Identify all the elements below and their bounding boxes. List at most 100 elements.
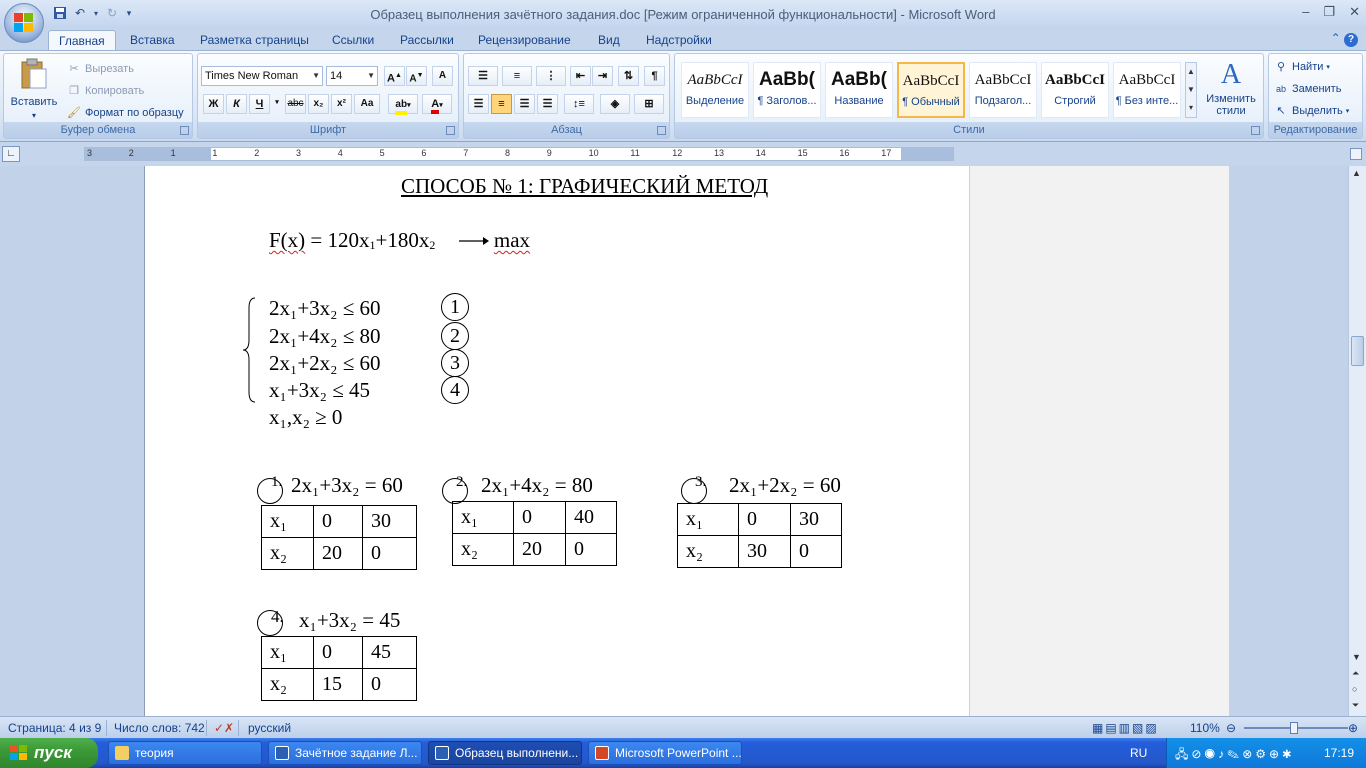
style-title[interactable]: AaBb( Название: [825, 62, 893, 118]
line-spacing-button[interactable]: ↕≡: [564, 94, 594, 114]
spelling-icon[interactable]: ✓✗: [214, 721, 234, 735]
style-no-spacing[interactable]: AaBbCcI ¶ Без инте...: [1113, 62, 1181, 118]
paste-button[interactable]: Вставить ▾: [8, 58, 60, 120]
tab-addins[interactable]: Надстройки: [636, 30, 722, 50]
sort-button[interactable]: ⇅: [618, 66, 639, 86]
underline-button[interactable]: Ч: [249, 94, 270, 114]
document-page[interactable]: СПОСОБ № 1: ГРАФИЧЕСКИЙ МЕТОД F(x) = 120…: [144, 166, 1229, 716]
clear-formatting-button[interactable]: A: [432, 66, 453, 86]
line-1-table: x₁ 0 30 x₂ 20 0: [261, 505, 417, 570]
taskbar-item-powerpoint[interactable]: Microsoft PowerPoint ...: [588, 741, 742, 765]
format-painter-button[interactable]: 🖌 Формат по образцу: [66, 105, 184, 121]
tab-mailings[interactable]: Рассылки: [390, 30, 464, 50]
paragraph-launcher-icon[interactable]: [657, 126, 666, 135]
align-left-button[interactable]: ☰: [468, 94, 489, 114]
style-emphasis[interactable]: AaBbCcI Выделение: [681, 62, 749, 118]
paragraph-group-label: Абзац: [464, 122, 669, 138]
language-indicator[interactable]: русский: [248, 721, 291, 735]
styles-scroll[interactable]: ▲ ▼ ▾: [1185, 62, 1197, 118]
increase-indent-button[interactable]: ⇥: [592, 66, 613, 86]
start-button[interactable]: пуск: [0, 738, 98, 768]
horizontal-ruler[interactable]: 3 2 1 1 2 3 4 5 6 7 8 9 10 11 12 13 14 15 16 17: [84, 147, 954, 161]
view-ruler-icon[interactable]: [1350, 148, 1362, 160]
ruler-row: ∟ 3 2 1 1 2 3 4 5 6 7 8 9 10 11 12 13 14 15 16 17: [0, 142, 1366, 166]
align-right-button[interactable]: ☰: [514, 94, 535, 114]
maximize-icon[interactable]: ❐: [1323, 4, 1335, 20]
scroll-up-icon[interactable]: ▲: [1352, 168, 1361, 178]
font-size-combo[interactable]: 14 ▼: [326, 66, 378, 86]
page-count[interactable]: Страница: 4 из 9: [8, 721, 101, 735]
subscript-button[interactable]: x₂: [308, 94, 329, 114]
tab-review[interactable]: Рецензирование: [468, 30, 581, 50]
change-styles-button[interactable]: A Изменить стили: [1203, 60, 1259, 118]
cut-button[interactable]: ✂ Вырезать: [66, 61, 134, 77]
highlight-button[interactable]: ab▾: [388, 94, 418, 115]
replace-button[interactable]: ab Заменить: [1273, 81, 1341, 97]
style-normal[interactable]: AaBbCcI ¶ Обычный: [897, 62, 965, 118]
find-button[interactable]: ⚲ Найти ▾: [1273, 59, 1330, 75]
vertical-scrollbar[interactable]: ▲ ▼ ⏶ ○ ⏷: [1348, 166, 1366, 716]
clipboard-launcher-icon[interactable]: [180, 126, 189, 135]
tab-selector[interactable]: ∟: [2, 146, 20, 162]
tray-icons[interactable]: 🖧⊘◉♪✎⊗⚙⊕✱: [1175, 745, 1294, 766]
help-icon[interactable]: ?: [1344, 33, 1358, 47]
style-heading1[interactable]: AaBb( ¶ Заголов...: [753, 62, 821, 118]
language-bar[interactable]: RU: [1130, 746, 1147, 760]
browse-object-icon[interactable]: ○: [1352, 684, 1357, 694]
ribbon-minimize-icon[interactable]: ⌃: [1331, 31, 1341, 45]
italic-button[interactable]: К: [226, 94, 247, 114]
taskbar-item-word-2[interactable]: Образец выполнени...: [428, 741, 582, 765]
prev-page-icon[interactable]: ⏶: [1352, 668, 1359, 679]
grow-font-button[interactable]: A▲: [384, 66, 405, 86]
tab-references[interactable]: Ссылки: [322, 30, 384, 50]
next-page-icon[interactable]: ⏷: [1352, 700, 1359, 711]
superscript-button[interactable]: x²: [331, 94, 352, 114]
zoom-in-icon[interactable]: ⊕: [1348, 721, 1358, 735]
constraint-4-number: 4: [441, 376, 469, 404]
zoom-level[interactable]: 110%: [1190, 721, 1220, 735]
font-name-combo[interactable]: Times New Roman ▼: [201, 66, 323, 86]
shrink-font-button[interactable]: A▼: [406, 66, 427, 86]
paint-bucket-icon: ◈: [610, 98, 620, 110]
scroll-down-icon[interactable]: ▼: [1352, 652, 1361, 662]
style-subtitle[interactable]: AaBbCcI Подзагол...: [969, 62, 1037, 118]
align-center-button[interactable]: ≡: [491, 94, 512, 114]
decrease-indent-button[interactable]: ⇤: [570, 66, 591, 86]
line-2-label: 2.: [456, 474, 468, 490]
borders-button[interactable]: ⊞: [634, 94, 664, 114]
office-button[interactable]: [4, 3, 44, 43]
shading-button[interactable]: ◈: [600, 94, 630, 114]
ruler-number: 10: [588, 148, 599, 158]
tab-view[interactable]: Вид: [588, 30, 630, 50]
tab-insert[interactable]: Вставка: [120, 30, 185, 50]
zoom-out-icon[interactable]: ⊖: [1226, 721, 1236, 735]
tab-page-layout[interactable]: Разметка страницы: [190, 30, 319, 50]
select-button[interactable]: ↖ Выделить ▾: [1273, 103, 1349, 119]
change-case-button[interactable]: Aa: [354, 94, 380, 114]
show-marks-button[interactable]: ¶: [644, 66, 665, 86]
minimize-icon[interactable]: ‒: [1302, 4, 1309, 20]
clock[interactable]: 17:19: [1324, 746, 1354, 760]
window-controls: ‒ ❐ ✕: [1302, 4, 1360, 20]
scroll-thumb[interactable]: [1351, 336, 1364, 366]
strikethrough-button[interactable]: abc: [285, 94, 306, 114]
bullets-button[interactable]: ☰: [468, 66, 498, 86]
copy-button[interactable]: ❐ Копировать: [66, 83, 144, 99]
word-count[interactable]: Число слов: 742: [114, 721, 205, 735]
multilevel-list-button[interactable]: ⋮: [536, 66, 566, 86]
bold-button[interactable]: Ж: [203, 94, 224, 114]
taskbar-item-word-1[interactable]: Зачётное задание Л...: [268, 741, 422, 765]
style-strong[interactable]: AaBbCcI Строгий: [1041, 62, 1109, 118]
close-icon[interactable]: ✕: [1349, 4, 1360, 20]
taskbar-item-folder[interactable]: теория: [108, 741, 262, 765]
table-row: x₂ 20 0: [452, 533, 617, 566]
tab-home[interactable]: Главная: [48, 30, 116, 50]
styles-launcher-icon[interactable]: [1251, 126, 1260, 135]
font-launcher-icon[interactable]: [446, 126, 455, 135]
underline-dropdown-icon[interactable]: ▾: [271, 94, 283, 114]
view-buttons[interactable]: ▦▤▥▧▨: [1092, 721, 1159, 735]
zoom-slider-thumb[interactable]: [1290, 722, 1298, 734]
numbering-button[interactable]: ≡: [502, 66, 532, 86]
font-color-button[interactable]: A▾: [422, 94, 452, 114]
justify-button[interactable]: ☰: [537, 94, 558, 114]
